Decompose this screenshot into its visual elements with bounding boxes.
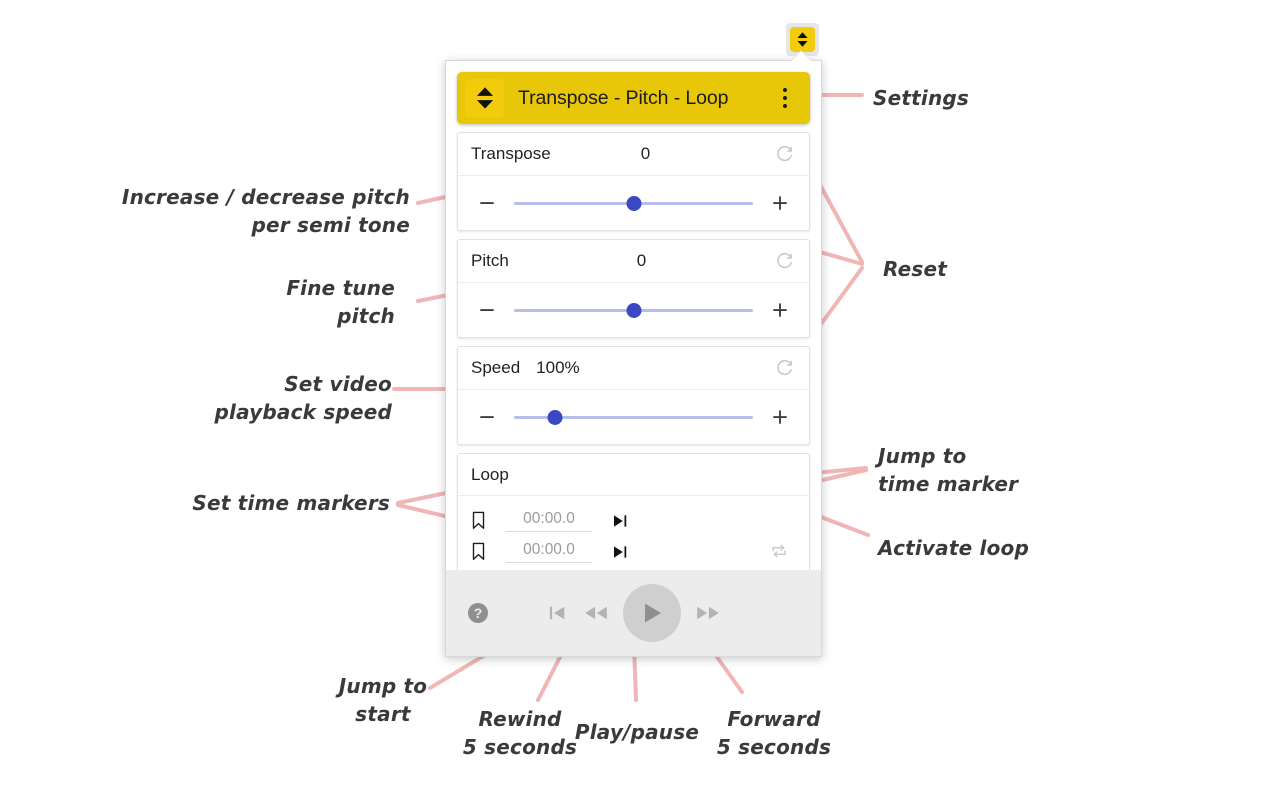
transpose-logo-icon: [465, 78, 504, 118]
annotation-jump-to-start: Jump to start: [338, 674, 428, 727]
loop-end-time-input[interactable]: 00:00.0: [506, 541, 592, 563]
loop-card-body: 00:00.0 00:00.0: [458, 496, 809, 579]
pitch-slider-row: [458, 283, 809, 337]
popup-header: Transpose - Pitch - Loop: [457, 72, 810, 124]
transpose-card-header: Transpose 0: [458, 133, 809, 176]
annotation-set-time-markers: Set time markers: [192, 491, 390, 515]
slider-thumb[interactable]: [626, 195, 641, 211]
transpose-logo-icon: [790, 27, 815, 52]
transpose-card: Transpose 0: [457, 132, 810, 231]
speed-card-header: Speed 100%: [458, 347, 809, 390]
pitch-value: 0: [636, 251, 647, 270]
annotation-jump-to-time-marker: Jump to time marker: [878, 444, 1019, 497]
play-to-marker-icon[interactable]: [606, 545, 636, 559]
speed-value: 100%: [536, 358, 580, 377]
annotation-rewind: Rewind 5 seconds: [462, 707, 578, 760]
popup-title: Transpose - Pitch - Loop: [518, 86, 729, 109]
kebab-menu-icon[interactable]: [774, 83, 796, 113]
transpose-slider[interactable]: [514, 188, 753, 218]
slider-thumb[interactable]: [626, 302, 641, 318]
pitch-slider[interactable]: [514, 295, 753, 325]
play-pause-button[interactable]: [622, 584, 681, 642]
screenshot-root: Transpose - Pitch - Loop Transpose 0 Pit…: [0, 0, 1280, 800]
transport-controls: [547, 584, 721, 642]
loop-marker-list: 00:00.0 00:00.0: [470, 505, 761, 567]
skip-to-start-button[interactable]: [547, 604, 569, 622]
pitch-card-header: Pitch 0: [458, 240, 809, 283]
forward-5-seconds-button[interactable]: [695, 604, 721, 622]
pitch-increase-button[interactable]: [765, 295, 795, 325]
speed-increase-button[interactable]: [765, 402, 795, 432]
loop-card-header: Loop: [458, 454, 809, 496]
playback-controls-bar: ?: [446, 570, 821, 656]
bookmark-icon[interactable]: [470, 511, 498, 530]
annotation-forward: Forward 5 seconds: [716, 707, 832, 760]
annotation-play-pause: Play/pause: [574, 720, 700, 744]
svg-text:?: ?: [474, 605, 483, 621]
pitch-decrease-button[interactable]: [472, 295, 502, 325]
repeat-loop-icon[interactable]: [761, 505, 797, 567]
annotation-settings: Settings: [873, 86, 970, 110]
pitch-label: Pitch: [471, 251, 509, 270]
transpose-value: 0: [640, 144, 651, 163]
reset-circular-arrow-icon[interactable]: [771, 141, 797, 167]
pitch-card: Pitch 0: [457, 239, 810, 338]
speed-decrease-button[interactable]: [472, 402, 502, 432]
annotation-fine-tune-pitch: Fine tune pitch: [286, 276, 395, 329]
extension-popup-panel: Transpose - Pitch - Loop Transpose 0 Pit…: [445, 60, 822, 657]
rewind-5-seconds-button[interactable]: [583, 604, 609, 622]
popup-pointer-tip: [790, 51, 812, 62]
reset-circular-arrow-icon[interactable]: [771, 355, 797, 381]
speed-card: Speed 100%: [457, 346, 810, 445]
play-to-marker-icon[interactable]: [606, 514, 636, 528]
loop-card: Loop 00:00.0 00:00.0: [457, 453, 810, 580]
transpose-label: Transpose: [471, 144, 551, 163]
speed-slider-row: [458, 390, 809, 444]
bookmark-icon[interactable]: [470, 542, 498, 561]
reset-circular-arrow-icon[interactable]: [771, 248, 797, 274]
loop-label: Loop: [471, 464, 509, 484]
transpose-slider-row: [458, 176, 809, 230]
slider-thumb[interactable]: [547, 409, 563, 425]
loop-marker-row: 00:00.0: [470, 505, 761, 536]
annotation-reset: Reset: [883, 257, 947, 281]
loop-marker-row: 00:00.0: [470, 536, 761, 567]
transpose-decrease-button[interactable]: [472, 188, 502, 218]
annotation-increase-decrease-pitch: Increase / decrease pitch per semi tone: [121, 185, 410, 238]
annotation-activate-loop: Activate loop: [878, 536, 1030, 560]
help-question-icon[interactable]: ?: [466, 601, 490, 625]
loop-start-time-input[interactable]: 00:00.0: [506, 510, 592, 532]
transpose-increase-button[interactable]: [765, 188, 795, 218]
speed-slider[interactable]: [514, 402, 753, 432]
annotation-playback-speed: Set video playback speed: [214, 372, 392, 425]
speed-label: Speed: [471, 358, 521, 377]
